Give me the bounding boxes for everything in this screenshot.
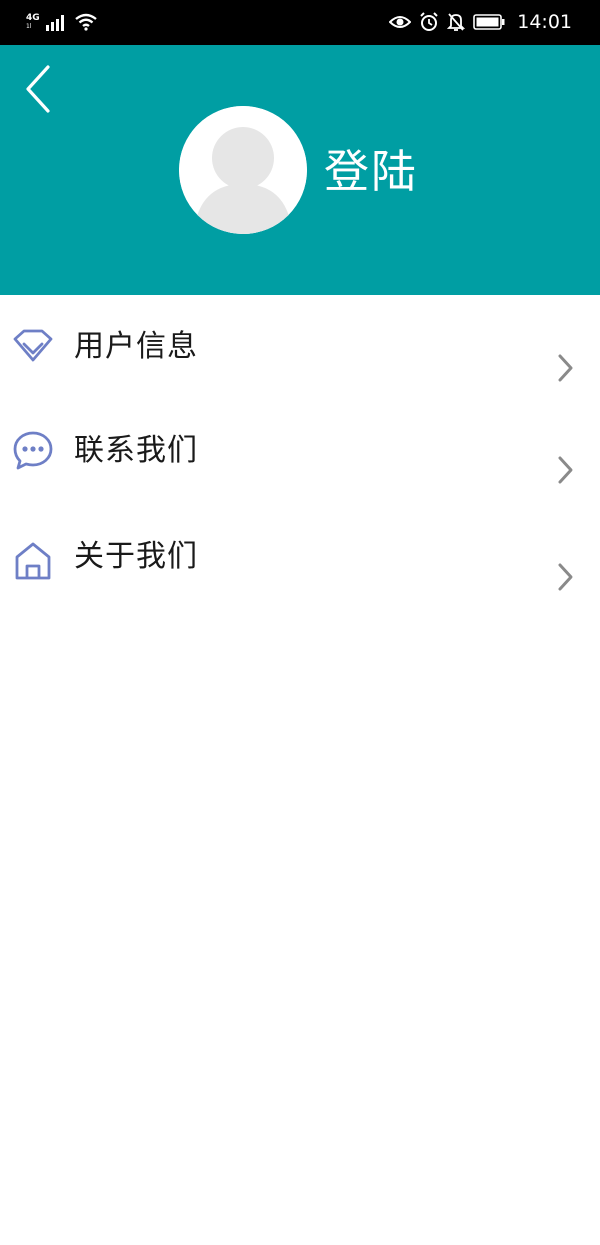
menu-item-user-info[interactable]: 用户信息 bbox=[0, 295, 600, 400]
home-icon bbox=[15, 542, 51, 580]
cellular-signal-icon bbox=[45, 15, 64, 31]
wifi-icon bbox=[74, 13, 97, 31]
status-left-group: 4G 1l bbox=[26, 10, 98, 34]
network-type-label: 4G bbox=[26, 13, 40, 23]
diamond-icon bbox=[13, 329, 53, 362]
chevron-right-icon bbox=[558, 354, 573, 382]
avatar[interactable] bbox=[179, 106, 307, 234]
network-type-indicator: 4G 1l bbox=[26, 13, 40, 31]
mute-notification-icon bbox=[447, 13, 466, 31]
chevron-left-icon bbox=[26, 65, 50, 113]
login-link[interactable]: 登陆 bbox=[324, 144, 418, 200]
status-right-group: 14:01 bbox=[389, 10, 572, 34]
chevron-right-icon bbox=[558, 456, 573, 484]
eye-comfort-icon bbox=[389, 16, 412, 28]
status-time: 14:01 bbox=[517, 11, 572, 33]
battery-icon bbox=[473, 14, 505, 30]
menu-item-label: 用户信息 bbox=[74, 329, 198, 364]
status-bar: 4G 1l 14:01 bbox=[0, 0, 600, 45]
menu-item-label: 联系我们 bbox=[74, 433, 198, 468]
back-button[interactable] bbox=[18, 61, 62, 117]
profile-header: 登陆 bbox=[0, 45, 600, 295]
alarm-icon bbox=[420, 12, 438, 31]
chat-bubble-icon bbox=[13, 431, 53, 470]
menu-item-contact-us[interactable]: 联系我们 bbox=[0, 400, 600, 505]
default-user-icon bbox=[179, 106, 307, 234]
menu-item-about-us[interactable]: 关于我们 bbox=[0, 505, 600, 610]
settings-menu: 用户信息 联系我们 关于我们 bbox=[0, 295, 600, 610]
network-sub-label: 1l bbox=[26, 23, 32, 30]
menu-item-label: 关于我们 bbox=[74, 539, 198, 574]
chevron-right-icon bbox=[558, 563, 573, 591]
